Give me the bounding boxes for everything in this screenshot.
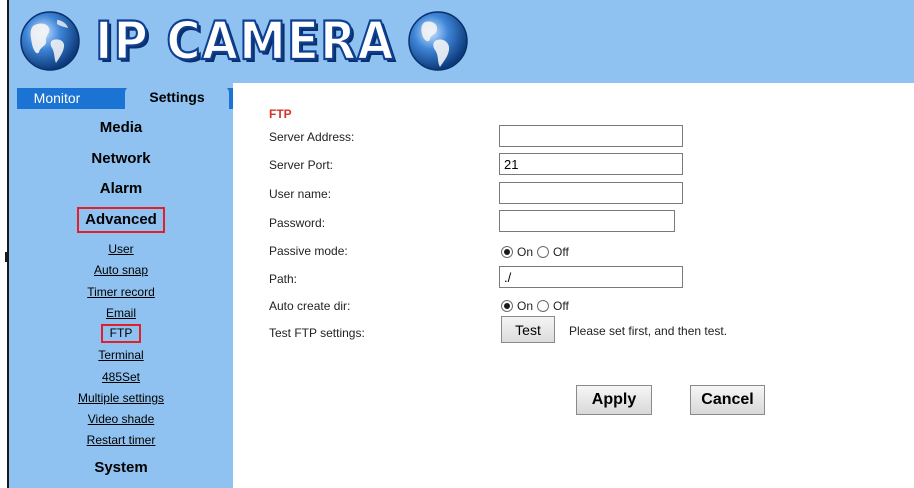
nav-item-email-label: Email — [105, 306, 136, 320]
nav-item-485set[interactable]: 485Set — [9, 370, 233, 384]
auto-create-dir-label: Auto create dir: — [269, 299, 351, 313]
nav-category-system[interactable]: System — [9, 459, 233, 476]
nav-item-terminal-label: Terminal — [98, 348, 144, 362]
nav-category-media[interactable]: Media — [9, 119, 233, 136]
logo: IP CAMERA — [19, 8, 469, 74]
server-port-label: Server Port: — [269, 158, 334, 172]
server-address-input[interactable] — [499, 125, 683, 147]
auto-create-dir-radio-group: On Off — [501, 298, 573, 314]
window-left-border — [0, 0, 9, 488]
cancel-button[interactable]: Cancel — [690, 385, 765, 415]
passive-mode-on-label: On — [517, 245, 534, 259]
page: IP CAMERA Monitor Settings Media Network… — [0, 0, 914, 488]
server-address-label: Server Address: — [269, 130, 355, 144]
nav-category-advanced-label: Advanced — [77, 207, 165, 233]
tab-monitor-label: Monitor — [33, 90, 81, 106]
user-name-label: User name: — [269, 187, 332, 201]
tab-strip: Monitor Settings — [17, 86, 233, 109]
logo-text: IP CAMERA — [94, 10, 395, 72]
auto-create-dir-off-label: Off — [553, 299, 569, 313]
nav-item-timer-record[interactable]: Timer record — [9, 285, 233, 299]
nav-item-terminal[interactable]: Terminal — [9, 348, 233, 362]
password-label: Password: — [269, 216, 326, 230]
auto-create-dir-off-radio[interactable] — [537, 300, 550, 312]
password-input[interactable] — [499, 210, 675, 232]
nav-item-user[interactable]: User — [9, 242, 233, 256]
nav-item-ftp[interactable]: FTP — [9, 324, 233, 343]
ftp-settings-panel: FTP Server Address: Server Port: User na… — [233, 83, 914, 488]
border-tick — [5, 252, 7, 262]
passive-mode-off-radio[interactable] — [537, 246, 550, 258]
path-label: Path: — [269, 272, 298, 286]
nav-item-email[interactable]: Email — [9, 306, 233, 320]
nav-item-timer-record-label: Timer record — [87, 285, 155, 299]
nav-item-restart-timer[interactable]: Restart timer — [9, 433, 233, 447]
nav-item-auto-snap[interactable]: Auto snap — [9, 263, 233, 277]
passive-mode-radio-group: On Off — [501, 244, 573, 260]
nav-item-485set-label: 485Set — [101, 370, 141, 384]
passive-mode-label: Passive mode: — [269, 244, 348, 258]
passive-mode-off-label: Off — [553, 245, 569, 259]
auto-create-dir-on-radio[interactable] — [501, 300, 513, 312]
test-button[interactable]: Test — [501, 316, 555, 343]
auto-create-dir-on-label: On — [517, 299, 534, 313]
globe-icon — [20, 11, 80, 71]
nav-item-restart-timer-label: Restart timer — [86, 433, 156, 447]
nav-item-video-shade-label: Video shade — [87, 412, 155, 426]
path-input[interactable] — [499, 266, 683, 288]
section-title: FTP — [269, 107, 292, 121]
nav-item-auto-snap-label: Auto snap — [93, 263, 149, 277]
nav-category-alarm[interactable]: Alarm — [9, 180, 233, 197]
test-ftp-label: Test FTP settings: — [269, 326, 365, 340]
test-hint: Please set first, and then test. — [569, 324, 728, 338]
nav-item-video-shade[interactable]: Video shade — [9, 412, 233, 426]
tab-monitor[interactable]: Monitor — [17, 88, 125, 109]
nav-item-ftp-label: FTP — [100, 324, 142, 343]
nav-category-advanced[interactable]: Advanced — [9, 207, 233, 233]
tab-settings[interactable]: Settings — [125, 86, 229, 109]
nav-item-multiple-settings[interactable]: Multiple settings — [9, 391, 233, 405]
user-name-input[interactable] — [499, 182, 683, 204]
sidebar: Monitor Settings Media Network Alarm Adv… — [9, 83, 233, 488]
nav-item-user-label: User — [108, 242, 134, 256]
nav-category-network[interactable]: Network — [9, 150, 233, 167]
header-banner: IP CAMERA — [9, 0, 914, 83]
server-port-input[interactable] — [499, 153, 683, 175]
apply-button[interactable]: Apply — [576, 385, 652, 415]
globe-icon — [407, 11, 468, 71]
passive-mode-on-radio[interactable] — [501, 246, 513, 258]
nav-item-multiple-settings-label: Multiple settings — [77, 391, 165, 405]
